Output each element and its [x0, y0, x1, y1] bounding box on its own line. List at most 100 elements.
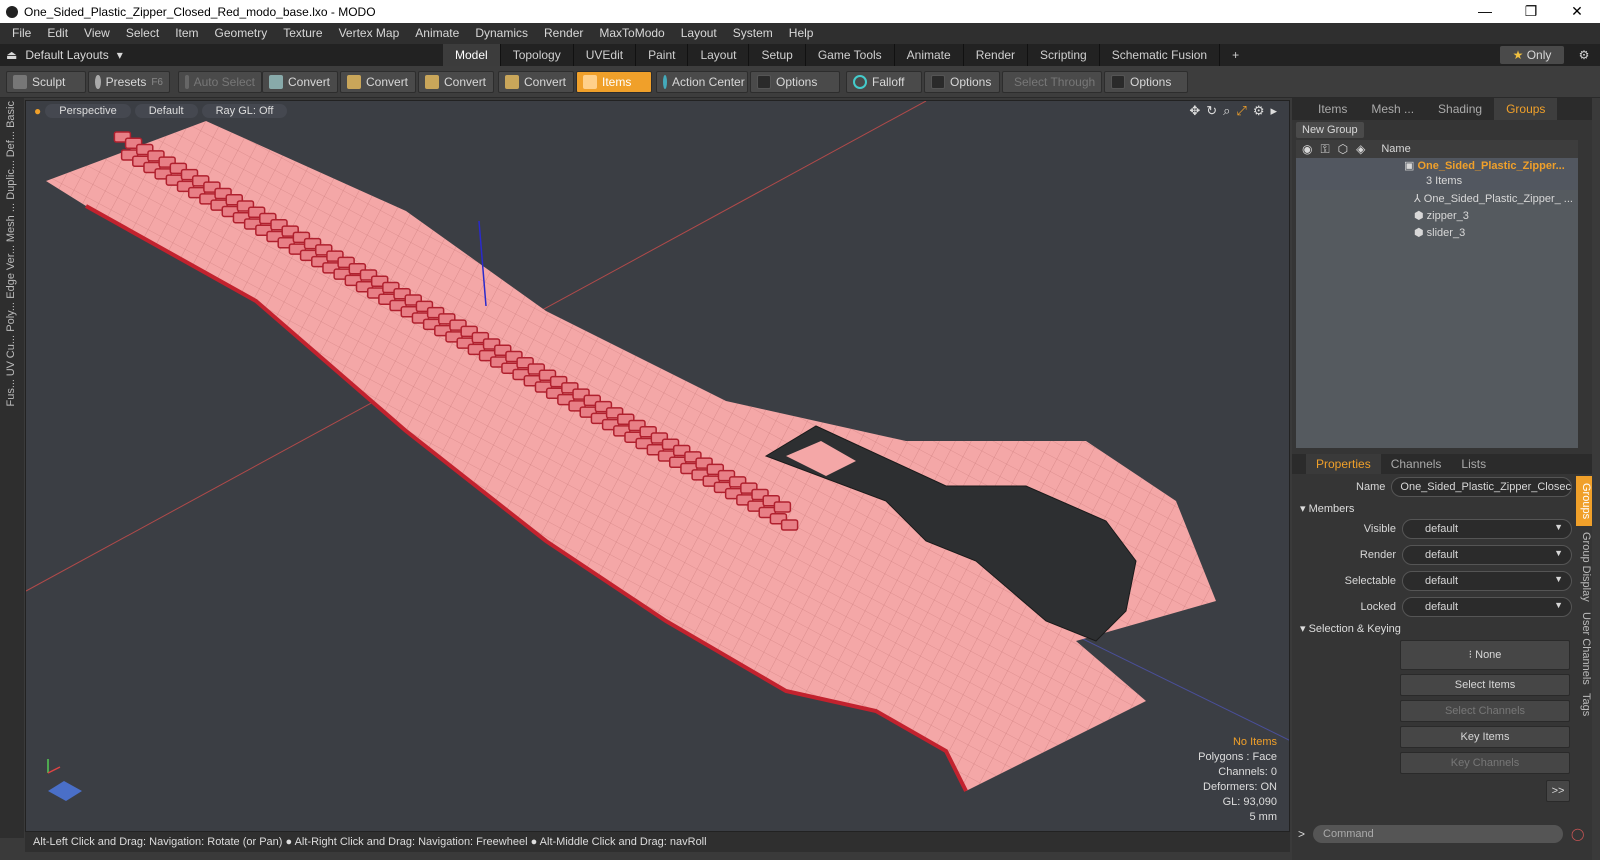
selection-keying-section[interactable]: ▾ Selection & Keying	[1300, 622, 1401, 635]
strip-tab-uv[interactable]: UV	[5, 361, 17, 376]
convert-materials-button[interactable]: Convert	[498, 71, 574, 93]
strip-tab-polygon[interactable]: Poly...	[5, 302, 17, 332]
action-center-button[interactable]: Action Center	[656, 71, 748, 93]
render-icon[interactable]: ⬡	[1338, 142, 1348, 156]
key-items-button[interactable]: Key Items	[1400, 726, 1570, 748]
tab-topology[interactable]: Topology	[501, 44, 574, 66]
key-channels-button[interactable]: Key Channels	[1400, 752, 1570, 774]
options-button-2[interactable]: Options	[924, 71, 1000, 93]
menu-edit[interactable]: Edit	[39, 23, 76, 44]
options-button-3[interactable]: Options	[1104, 71, 1188, 93]
tab-game-tools[interactable]: Game Tools	[806, 44, 895, 66]
menu-geometry[interactable]: Geometry	[207, 23, 276, 44]
presets-button[interactable]: Presets F6	[88, 71, 170, 93]
maximize-button[interactable]: ❐	[1508, 0, 1554, 23]
menu-help[interactable]: Help	[781, 23, 822, 44]
3d-viewport[interactable]: ● Perspective Default Ray GL: Off ✥ ↻ ⌕ …	[25, 100, 1290, 832]
command-input[interactable]: Command	[1313, 825, 1564, 843]
menu-vertex-map[interactable]: Vertex Map	[331, 23, 408, 44]
menu-select[interactable]: Select	[118, 23, 167, 44]
select-through-button[interactable]: Select Through	[1002, 71, 1102, 93]
add-tab-button[interactable]: +	[1220, 44, 1251, 66]
tab-lists[interactable]: Lists	[1451, 454, 1496, 474]
menu-texture[interactable]: Texture	[275, 23, 330, 44]
locked-dropdown[interactable]: default ▼	[1402, 597, 1572, 617]
menu-view[interactable]: View	[76, 23, 118, 44]
strip-tab-deform[interactable]: Def...	[5, 131, 17, 157]
viewport-scene[interactable]	[26, 101, 1290, 832]
strip-tab-duplicate[interactable]: Duplic...	[5, 160, 17, 200]
menu-maxtomodo[interactable]: MaxToModo	[591, 23, 672, 44]
side-tab-user-channels[interactable]: User Channels	[1576, 608, 1592, 688]
viewport-gear-icon[interactable]: ⚙	[1253, 103, 1265, 119]
more-button[interactable]: >>	[1546, 780, 1570, 802]
convert-polygons-button[interactable]: Convert	[418, 71, 494, 93]
tab-items[interactable]: Items	[1306, 98, 1359, 120]
auto-select-button[interactable]: Auto Select	[178, 71, 262, 93]
default-layouts-dropdown[interactable]: ⏏ Default Layouts ▾	[0, 48, 131, 62]
tab-uvedit[interactable]: UVEdit	[574, 44, 637, 66]
side-tab-groups[interactable]: Groups	[1576, 476, 1592, 526]
tab-render[interactable]: Render	[964, 44, 1029, 66]
record-icon[interactable]: ◯	[1571, 827, 1584, 841]
pan-icon[interactable]: ✥	[1189, 103, 1200, 119]
options-button-1[interactable]: Options	[750, 71, 840, 93]
convert-vertices-button[interactable]: Convert	[262, 71, 338, 93]
zoom-icon[interactable]: ⌕	[1223, 103, 1230, 119]
falloff-button[interactable]: Falloff	[846, 71, 922, 93]
maximize-viewport-icon[interactable]: ⤢	[1236, 103, 1246, 119]
tab-groups[interactable]: Groups	[1494, 98, 1558, 120]
eye-icon[interactable]: ◉	[1302, 142, 1312, 156]
rotate-icon[interactable]: ↻	[1206, 103, 1217, 119]
members-section[interactable]: ▾ Members	[1300, 502, 1354, 515]
minimize-button[interactable]: —	[1462, 0, 1508, 23]
menu-dynamics[interactable]: Dynamics	[467, 23, 536, 44]
tab-layout[interactable]: Layout	[688, 44, 750, 66]
tab-channels[interactable]: Channels	[1381, 454, 1452, 474]
tab-properties[interactable]: Properties	[1306, 454, 1381, 474]
tab-animate[interactable]: Animate	[895, 44, 964, 66]
none-button[interactable]: ⁝ None	[1400, 640, 1570, 670]
lock-icon[interactable]: ⚿	[1320, 142, 1329, 157]
select-icon[interactable]: ◈	[1356, 142, 1365, 156]
tab-mesh[interactable]: Mesh ...	[1359, 98, 1426, 120]
gear-icon[interactable]: ⚙	[1574, 46, 1594, 64]
select-items-button[interactable]: Select Items	[1400, 674, 1570, 696]
tab-scripting[interactable]: Scripting	[1028, 44, 1100, 66]
menu-file[interactable]: File	[4, 23, 39, 44]
convert-edges-button[interactable]: Convert	[340, 71, 416, 93]
strip-tab-edge[interactable]: Edge	[5, 273, 17, 299]
strip-tab-basic[interactable]: Basic	[5, 101, 17, 128]
select-channels-button[interactable]: Select Channels	[1400, 700, 1570, 722]
name-field[interactable]: One_Sided_Plastic_Zipper_Closec	[1391, 477, 1572, 497]
only-button[interactable]: ★ Only	[1500, 46, 1564, 64]
side-tab-group-display[interactable]: Group Display	[1576, 528, 1592, 606]
tree-row-child-1[interactable]: ⅄ One_Sided_Plastic_Zipper_ ...	[1296, 191, 1578, 208]
strip-tab-fusion[interactable]: Fus...	[5, 379, 17, 407]
tree-row-child-2[interactable]: ⬢ zipper_3	[1296, 208, 1578, 225]
strip-tab-mesh[interactable]: Mesh ...	[5, 203, 17, 242]
viewport-menu-dot[interactable]: ●	[34, 104, 41, 118]
visible-dropdown[interactable]: default ▼	[1402, 519, 1572, 539]
expand-arrow-icon[interactable]: ▸	[1270, 103, 1277, 119]
side-tab-tags[interactable]: Tags	[1576, 690, 1592, 720]
render-dropdown[interactable]: default ▼	[1402, 545, 1572, 565]
close-button[interactable]: ✕	[1554, 0, 1600, 23]
menu-animate[interactable]: Animate	[407, 23, 467, 44]
selectable-dropdown[interactable]: default ▼	[1402, 571, 1572, 591]
tab-shading[interactable]: Shading	[1426, 98, 1494, 120]
menu-layout[interactable]: Layout	[673, 23, 725, 44]
new-group-button[interactable]: New Group	[1296, 122, 1364, 138]
tab-model[interactable]: Model	[443, 44, 501, 66]
items-mode-button[interactable]: Items	[576, 71, 652, 93]
tab-setup[interactable]: Setup	[749, 44, 806, 66]
sculpt-button[interactable]: Sculpt	[6, 71, 86, 93]
tab-paint[interactable]: Paint	[636, 44, 689, 66]
projection-dropdown[interactable]: Perspective	[45, 104, 131, 118]
menu-item[interactable]: Item	[167, 23, 206, 44]
tab-schematic-fusion[interactable]: Schematic Fusion	[1100, 44, 1221, 66]
tree-row-child-3[interactable]: ⬢ slider_3	[1296, 225, 1578, 242]
menu-system[interactable]: System	[725, 23, 781, 44]
menu-render[interactable]: Render	[536, 23, 591, 44]
strip-tab-vertex[interactable]: Ver...	[5, 245, 17, 270]
